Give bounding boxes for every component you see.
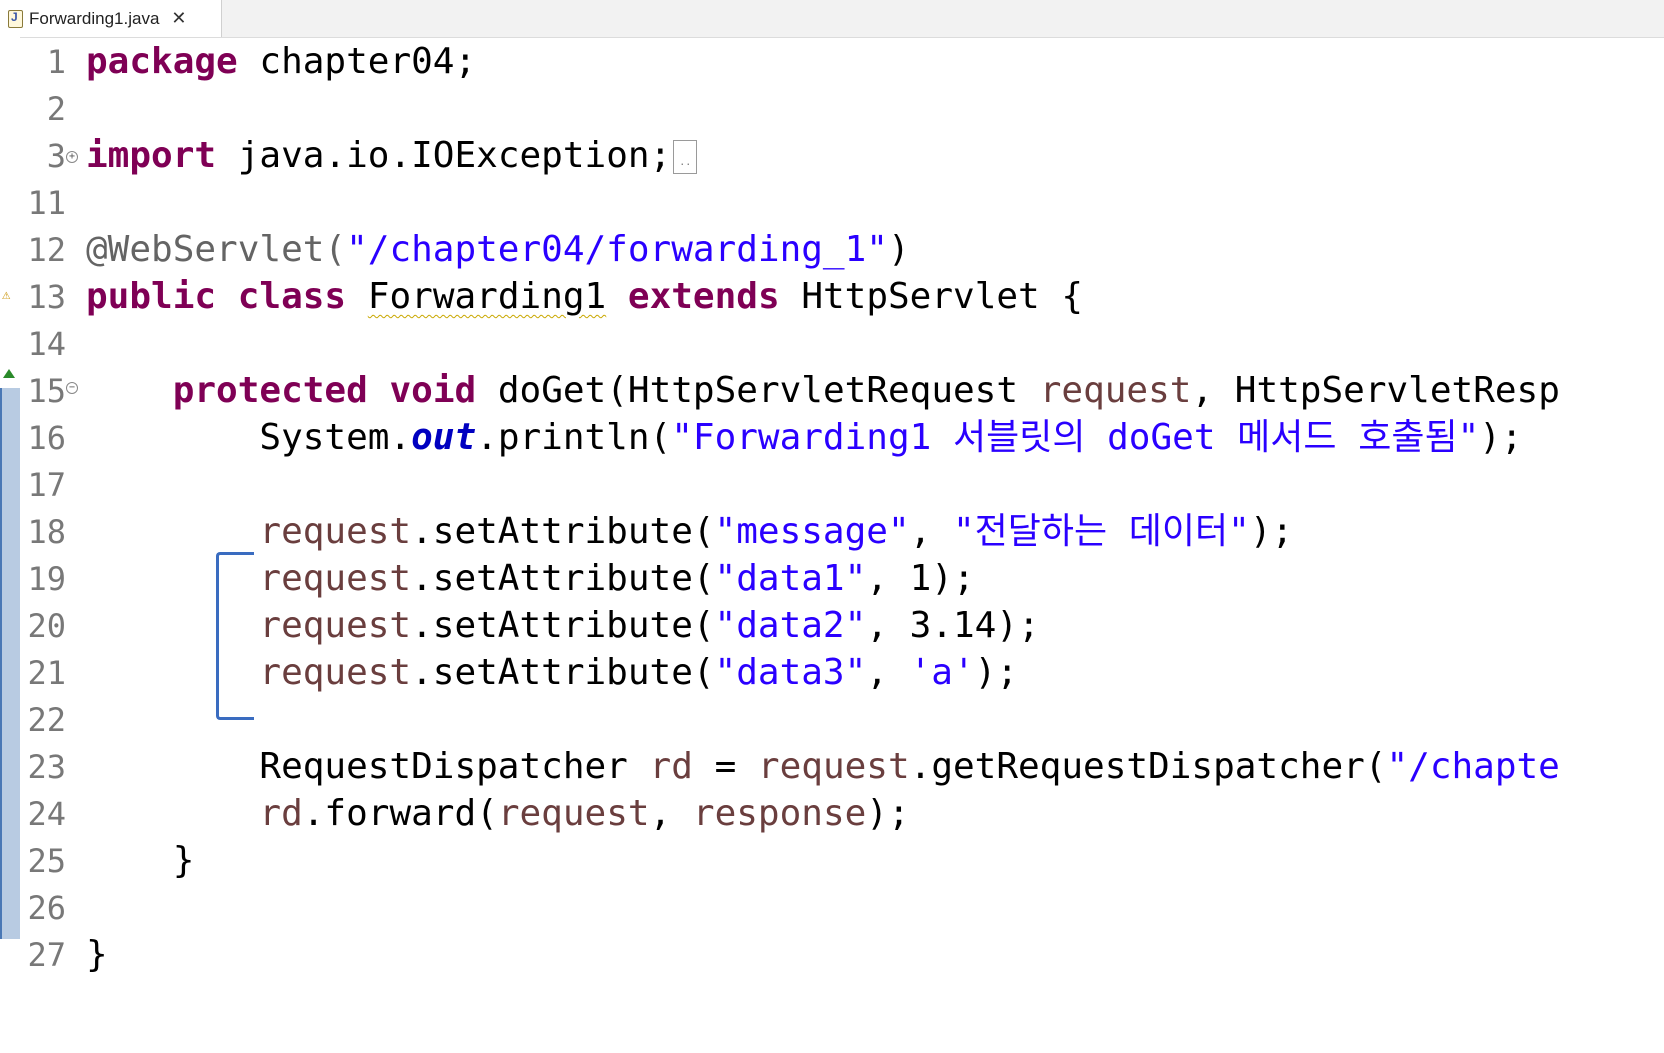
line-number: 22 <box>27 701 66 739</box>
code-text: .println( <box>476 417 672 458</box>
line-number: 17 <box>27 466 66 504</box>
code-line-23[interactable]: RequestDispatcher rd = request.getReques… <box>86 742 1560 792</box>
code-text: ); <box>1479 417 1523 458</box>
line-number: 27 <box>27 936 66 974</box>
variable: response <box>692 793 867 834</box>
code-text: , 3.14); <box>866 605 1040 646</box>
variable: request <box>259 558 412 599</box>
string-literal: "/chapte <box>1386 746 1560 787</box>
string-literal: "data3" <box>714 652 867 693</box>
line-number: 16 <box>27 419 66 457</box>
annotation: @WebServlet( <box>86 229 347 270</box>
code-text: ); <box>866 793 910 834</box>
code-text: java.io.IOException; <box>237 135 672 176</box>
keyword: protected <box>172 370 368 411</box>
code-line-18[interactable]: request.setAttribute("message", "전달하는 데이… <box>86 507 1293 557</box>
variable: request <box>1039 370 1192 411</box>
code-text: = <box>692 746 758 787</box>
line-number: 13 <box>27 278 66 316</box>
code-text: , <box>909 511 953 552</box>
variable: request <box>497 793 650 834</box>
static-field: out <box>411 417 477 458</box>
string-literal: "전달하는 데이터" <box>952 511 1250 552</box>
code-text: , <box>649 793 693 834</box>
code-line-3[interactable]: import java.io.IOException;.. <box>86 131 698 181</box>
line-number: 26 <box>27 889 66 927</box>
line-number: 25 <box>27 842 66 880</box>
code-text: System. <box>259 417 412 458</box>
code-text: .forward( <box>302 793 498 834</box>
line-number: 2 <box>46 90 66 128</box>
code-text: .getRequestDispatcher( <box>909 746 1387 787</box>
code-text: doGet(HttpServletRequest <box>497 370 1040 411</box>
string-literal: "data2" <box>714 605 867 646</box>
variable: rd <box>259 793 303 834</box>
code-text: } <box>172 840 195 881</box>
code-line-25[interactable]: } <box>86 836 195 886</box>
keyword: extends <box>627 276 780 317</box>
line-number: 12 <box>27 231 66 269</box>
code-text: .setAttribute( <box>411 652 715 693</box>
variable: request <box>259 511 412 552</box>
code-line-16[interactable]: System.out.println("Forwarding1 서블릿의 doG… <box>86 413 1523 463</box>
code-text: , HttpServletResp <box>1191 370 1560 411</box>
java-file-icon <box>8 9 23 28</box>
string-literal: "/chapter04/forwarding_1" <box>346 229 888 270</box>
folded-imports-box[interactable]: .. <box>673 140 698 174</box>
line-number: 23 <box>27 748 66 786</box>
class-name: Forwarding1 <box>367 276 607 317</box>
code-line-1[interactable]: package chapter04; <box>86 37 476 87</box>
warning-icon[interactable]: ⚠ <box>2 287 18 303</box>
string-literal: "data1" <box>714 558 867 599</box>
line-number: 3 <box>46 137 66 175</box>
variable: request <box>259 652 412 693</box>
code-text: ); <box>974 652 1019 693</box>
tab-label: Forwarding1.java <box>29 8 160 28</box>
code-text: , <box>866 652 910 693</box>
line-number: 20 <box>27 607 66 645</box>
string-literal: "Forwarding1 서블릿의 doGet 메서드 호출됨" <box>671 417 1480 458</box>
close-icon[interactable]: ✕ <box>171 9 186 28</box>
line-number: 1 <box>46 43 66 81</box>
override-icon[interactable] <box>3 369 15 378</box>
char-literal: 'a' <box>909 652 975 693</box>
keyword: class <box>237 276 347 317</box>
editor-tab-bar: Forwarding1.java ✕ <box>0 0 1664 38</box>
code-text: ) <box>887 229 910 270</box>
keyword: public <box>86 276 217 317</box>
code-editor[interactable]: + ⚠ − 1 2 3 11 12 13 14 15 16 17 18 19 2… <box>0 37 1664 1053</box>
method-range-indicator <box>0 388 20 939</box>
line-number: 18 <box>27 513 66 551</box>
keyword: void <box>389 370 477 411</box>
code-line-13[interactable]: public class Forwarding1 extends HttpSer… <box>86 272 1083 322</box>
variable: request <box>259 605 412 646</box>
code-text: chapter04; <box>259 41 477 82</box>
code-line-12[interactable]: @WebServlet("/chapter04/forwarding_1") <box>86 225 910 275</box>
string-literal: "message" <box>714 511 910 552</box>
code-line-27[interactable]: } <box>86 930 108 980</box>
code-text: .setAttribute( <box>411 558 715 599</box>
code-text: .setAttribute( <box>411 511 715 552</box>
code-line-24[interactable]: rd.forward(request, response); <box>86 789 910 839</box>
keyword: import <box>86 135 217 176</box>
code-line-15[interactable]: protected void doGet(HttpServletRequest … <box>86 366 1560 416</box>
code-text: , 1); <box>866 558 975 599</box>
code-text: } <box>86 934 108 975</box>
line-number: 15 <box>27 372 66 410</box>
variable: rd <box>649 746 693 787</box>
line-number: 11 <box>27 184 66 222</box>
left-ruler <box>0 37 20 1053</box>
line-number: 21 <box>27 654 66 692</box>
line-number: 19 <box>27 560 66 598</box>
code-text: HttpServlet { <box>801 276 1084 317</box>
code-text: RequestDispatcher <box>259 746 650 787</box>
line-number: 24 <box>27 795 66 833</box>
variable: request <box>757 746 910 787</box>
tab-forwarding1-java[interactable]: Forwarding1.java ✕ <box>0 0 222 37</box>
keyword: package <box>86 41 238 82</box>
line-number: 14 <box>27 325 66 363</box>
code-text: .setAttribute( <box>411 605 715 646</box>
highlight-bracket <box>216 552 254 720</box>
code-text: ); <box>1249 511 1294 552</box>
